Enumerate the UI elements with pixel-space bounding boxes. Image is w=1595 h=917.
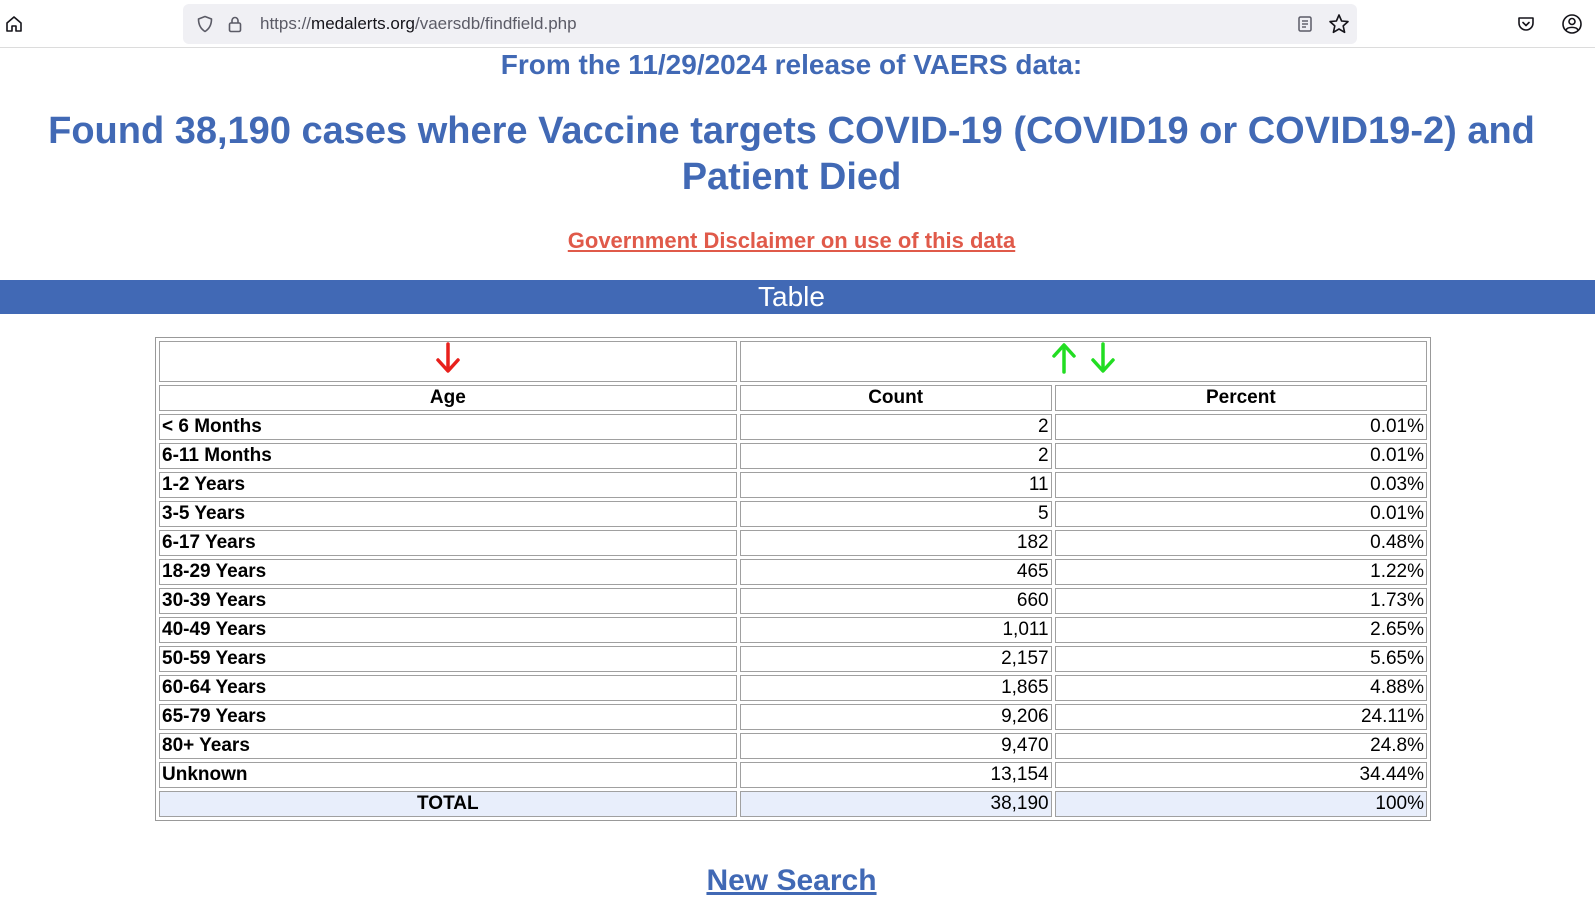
age-cell: 6-17 Years (159, 530, 737, 556)
new-search-link[interactable]: New Search (706, 864, 876, 897)
count-cell: 5 (739, 501, 1052, 527)
percent-cell: 5.65% (1054, 646, 1427, 672)
sort-up-arrow-icon[interactable] (1051, 342, 1077, 381)
total-percent: 100% (1054, 791, 1427, 817)
release-line: From the 11/29/2024 release of VAERS dat… (500, 49, 1083, 80)
total-row: TOTAL 38,190 100% (159, 791, 1427, 817)
page-title: Found 38,190 cases where Vaccine targets… (48, 110, 1535, 198)
age-cell: Unknown (159, 762, 737, 788)
count-sort-cell (739, 341, 1427, 382)
table-body: < 6 Months 2 0.01% 6-11 Months 2 0.01% 1-2 Yea… (159, 414, 1427, 788)
count-cell: 1,011 (739, 617, 1052, 643)
age-cell: 18-29 Years (159, 559, 737, 585)
count-cell: 13,154 (739, 762, 1052, 788)
account-icon[interactable] (1560, 12, 1584, 36)
percent-cell: 34.44% (1054, 762, 1427, 788)
sort-row (159, 341, 1427, 382)
table-row: 1-2 Years 11 0.03% (159, 472, 1427, 498)
browser-toolbar: https://medalerts.org/vaersdb/findfield.… (0, 0, 1595, 48)
count-header: Count (739, 385, 1052, 411)
age-cell: 30-39 Years (159, 588, 737, 614)
url-path: /vaersdb/findfield.php (414, 14, 577, 33)
shield-icon[interactable] (195, 14, 215, 34)
age-cell: 50-59 Years (159, 646, 737, 672)
pocket-icon[interactable] (1515, 13, 1537, 35)
section-title: Table (758, 281, 825, 312)
lock-icon[interactable] (225, 14, 245, 34)
url-text[interactable]: https://medalerts.org/vaersdb/findfield.… (260, 14, 577, 34)
table-row: Unknown 13,154 34.44% (159, 762, 1427, 788)
age-cell: 80+ Years (159, 733, 737, 759)
count-cell: 9,206 (739, 704, 1052, 730)
table-row: 6-17 Years 182 0.48% (159, 530, 1427, 556)
count-cell: 11 (739, 472, 1052, 498)
count-cell: 182 (739, 530, 1052, 556)
percent-cell: 24.8% (1054, 733, 1427, 759)
table-row: 65-79 Years 9,206 24.11% (159, 704, 1427, 730)
percent-cell: 1.22% (1054, 559, 1427, 585)
table-row: 6-11 Months 2 0.01% (159, 443, 1427, 469)
count-cell: 465 (739, 559, 1052, 585)
age-cell: 1-2 Years (159, 472, 737, 498)
table-row: 50-59 Years 2,157 5.65% (159, 646, 1427, 672)
results-table: Age Count Percent < 6 Months 2 0.01% 6-11 M… (155, 337, 1431, 821)
count-cell: 660 (739, 588, 1052, 614)
age-cell: < 6 Months (159, 414, 737, 440)
table-row: < 6 Months 2 0.01% (159, 414, 1427, 440)
count-cell: 1,865 (739, 675, 1052, 701)
count-cell: 9,470 (739, 733, 1052, 759)
percent-header: Percent (1054, 385, 1427, 411)
url-domain: medalerts.org (311, 14, 415, 33)
age-header: Age (159, 385, 737, 411)
age-cell: 3-5 Years (159, 501, 737, 527)
percent-cell: 1.73% (1054, 588, 1427, 614)
total-count: 38,190 (739, 791, 1052, 817)
new-search: New Search (0, 863, 1583, 899)
table-row: 18-29 Years 465 1.22% (159, 559, 1427, 585)
count-cell: 2 (739, 414, 1052, 440)
percent-cell: 0.01% (1054, 414, 1427, 440)
table-row: 80+ Years 9,470 24.8% (159, 733, 1427, 759)
home-icon[interactable] (2, 12, 26, 36)
percent-cell: 2.65% (1054, 617, 1427, 643)
table-row: 30-39 Years 660 1.73% (159, 588, 1427, 614)
total-label: TOTAL (159, 791, 737, 817)
bookmark-star-icon[interactable] (1328, 13, 1350, 35)
count-cell: 2 (739, 443, 1052, 469)
percent-cell: 0.01% (1054, 501, 1427, 527)
percent-cell: 4.88% (1054, 675, 1427, 701)
percent-cell: 0.03% (1054, 472, 1427, 498)
table-row: 60-64 Years 1,865 4.88% (159, 675, 1427, 701)
count-cell: 2,157 (739, 646, 1052, 672)
age-sort-cell (159, 341, 737, 382)
address-bar[interactable]: https://medalerts.org/vaersdb/findfield.… (183, 4, 1357, 44)
table-row: 3-5 Years 5 0.01% (159, 501, 1427, 527)
url-prefix: https:// (260, 14, 312, 33)
reader-view-icon[interactable] (1295, 14, 1315, 34)
section-header: Table (0, 280, 1595, 314)
sort-down-arrow-icon[interactable] (435, 342, 461, 381)
age-cell: 40-49 Years (159, 617, 737, 643)
percent-cell: 0.01% (1054, 443, 1427, 469)
sort-down-arrow-icon[interactable] (1090, 342, 1116, 381)
percent-cell: 24.11% (1054, 704, 1427, 730)
disclaimer-link[interactable]: Government Disclaimer on use of this dat… (568, 228, 1015, 253)
percent-cell: 0.48% (1054, 530, 1427, 556)
age-cell: 60-64 Years (159, 675, 737, 701)
header-row: Age Count Percent (159, 385, 1427, 411)
disclaimer: Government Disclaimer on use of this dat… (0, 228, 1583, 254)
age-cell: 65-79 Years (159, 704, 737, 730)
age-cell: 6-11 Months (159, 443, 737, 469)
table-row: 40-49 Years 1,011 2.65% (159, 617, 1427, 643)
